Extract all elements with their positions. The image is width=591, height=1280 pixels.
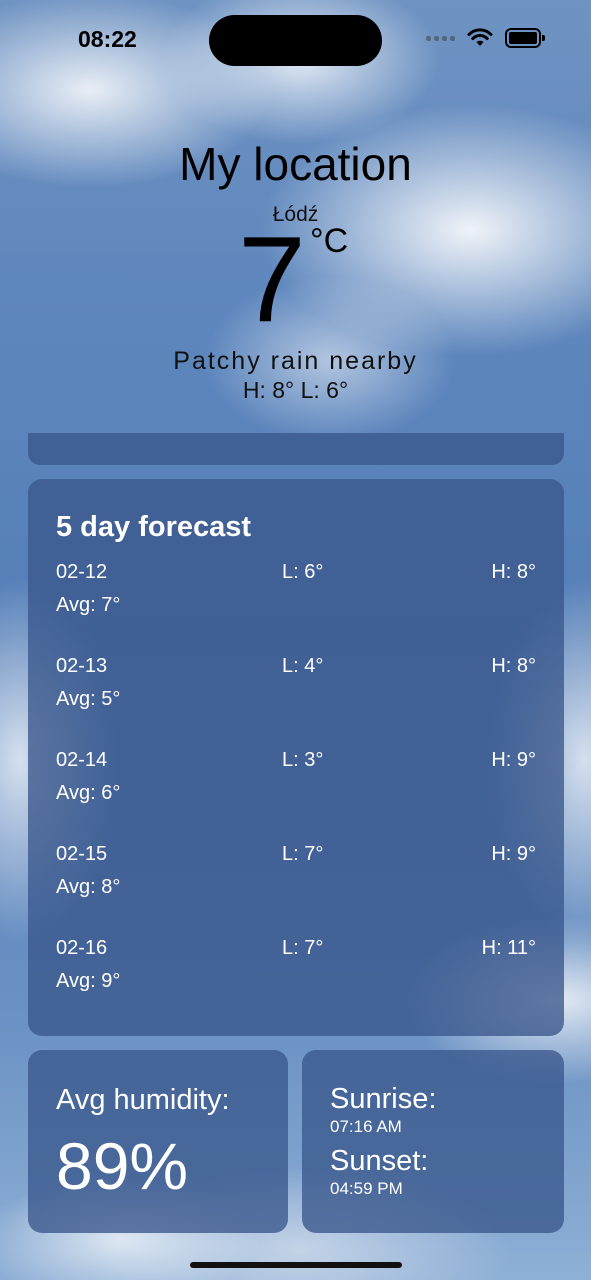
temperature-unit: °C xyxy=(310,222,349,260)
humidity-label: Avg humidity: xyxy=(56,1084,230,1116)
forecast-high: H: 9° xyxy=(491,843,536,865)
location-title: My location xyxy=(179,138,412,190)
forecast-date: 02-14 xyxy=(56,749,108,771)
dynamic-island xyxy=(209,15,382,66)
forecast-low: L: 6° xyxy=(282,561,324,583)
forecast-day-row: 02-16 L: 7° H: 11° Avg: 9° xyxy=(56,937,536,1031)
forecast-avg: Avg: 8° xyxy=(56,876,121,898)
hourly-panel[interactable] xyxy=(28,433,564,465)
forecast-low: L: 7° xyxy=(282,937,324,959)
forecast-high: H: 11° xyxy=(481,937,536,959)
status-time: 08:22 xyxy=(78,26,137,52)
humidity-value: 89% xyxy=(56,1129,189,1203)
forecast-high: H: 9° xyxy=(491,749,536,771)
weather-condition: Patchy rain nearby xyxy=(173,347,418,375)
temperature-value: 7 xyxy=(238,211,306,347)
forecast-high: H: 8° xyxy=(491,655,536,677)
forecast-avg: Avg: 7° xyxy=(56,594,121,616)
forecast-avg: Avg: 5° xyxy=(56,688,121,710)
battery-icon xyxy=(505,28,545,48)
forecast-avg: Avg: 6° xyxy=(56,782,121,804)
status-bar: 08:22 xyxy=(0,0,591,80)
current-temperature: 7 °C xyxy=(0,214,591,346)
forecast-day-row: 02-12 L: 6° H: 8° Avg: 7° xyxy=(56,561,536,655)
sunset-time: 04:59 PM xyxy=(330,1179,403,1198)
forecast-title: 5 day forecast xyxy=(56,511,252,543)
home-indicator[interactable] xyxy=(190,1262,402,1268)
forecast-date: 02-12 xyxy=(56,561,108,583)
sunset-label: Sunset: xyxy=(330,1145,429,1177)
forecast-low: L: 3° xyxy=(282,749,324,771)
cellular-signal-icon xyxy=(426,35,455,41)
forecast-low: L: 7° xyxy=(282,843,324,865)
forecast-day-row: 02-14 L: 3° H: 9° Avg: 6° xyxy=(56,749,536,843)
forecast-avg: Avg: 9° xyxy=(56,970,121,992)
forecast-day-row: 02-15 L: 7° H: 9° Avg: 8° xyxy=(56,843,536,937)
humidity-card[interactable]: Avg humidity: 89% xyxy=(28,1050,288,1233)
forecast-high: H: 8° xyxy=(491,561,536,583)
forecast-card[interactable]: 5 day forecast 02-12 L: 6° H: 8° Avg: 7°… xyxy=(28,479,564,1036)
forecast-low: L: 4° xyxy=(282,655,324,677)
sunrise-label: Sunrise: xyxy=(330,1083,437,1115)
forecast-date: 02-16 xyxy=(56,937,108,959)
forecast-day-row: 02-13 L: 4° H: 8° Avg: 5° xyxy=(56,655,536,749)
wifi-icon xyxy=(467,28,493,46)
current-weather-header: My location Łódź 7 °C Patchy rain nearby… xyxy=(0,130,591,404)
forecast-date: 02-15 xyxy=(56,843,108,865)
forecast-date: 02-13 xyxy=(56,655,108,677)
status-icons xyxy=(426,28,545,48)
sun-card[interactable]: Sunrise: 07:16 AM Sunset: 04:59 PM xyxy=(302,1050,564,1233)
high-low-temperature: H: 8° L: 6° xyxy=(242,377,349,403)
sunrise-time: 07:16 AM xyxy=(330,1117,402,1136)
